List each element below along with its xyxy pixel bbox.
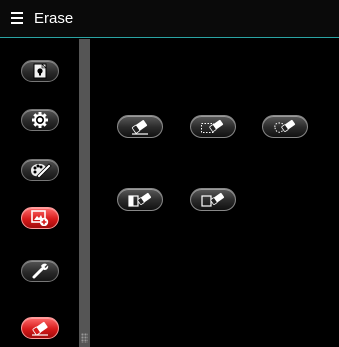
- sidebar-item-tools[interactable]: [21, 260, 59, 282]
- tool-erase-left-half-button[interactable]: [117, 188, 163, 211]
- tool-panel: [90, 39, 339, 347]
- tool-rect-select-erase-button[interactable]: [190, 115, 236, 138]
- sidebar-item-settings[interactable]: [21, 109, 59, 131]
- resize-grip-icon[interactable]: [81, 333, 88, 343]
- panel-splitter[interactable]: [79, 39, 90, 347]
- sidebar-item-tips[interactable]: [21, 60, 59, 82]
- title-bar: Erase: [0, 0, 339, 38]
- outline-box-eraser-icon: [200, 192, 226, 208]
- image-add-icon: [31, 210, 49, 226]
- tool-erase-outline-button[interactable]: [190, 188, 236, 211]
- sidebar-item-paint[interactable]: [21, 159, 59, 181]
- page-title: Erase: [34, 10, 74, 27]
- eraser-icon: [129, 119, 151, 135]
- eraser-icon: [30, 320, 50, 336]
- palette-brush-icon: [28, 162, 52, 178]
- sidebar-item-erase[interactable]: [21, 317, 59, 339]
- tool-lasso-select-erase-button[interactable]: [262, 115, 308, 138]
- half-filled-eraser-icon: [127, 192, 153, 208]
- lightbulb-page-icon: [31, 63, 49, 79]
- lasso-select-eraser-icon: [272, 119, 298, 135]
- rect-select-eraser-icon: [200, 119, 226, 135]
- wrench-icon: [31, 262, 49, 280]
- sidebar-item-add-image[interactable]: [21, 207, 59, 229]
- tool-eraser-button[interactable]: [117, 115, 163, 138]
- gear-icon: [31, 111, 49, 129]
- sidebar: [0, 39, 79, 347]
- hamburger-menu-icon[interactable]: [11, 12, 23, 24]
